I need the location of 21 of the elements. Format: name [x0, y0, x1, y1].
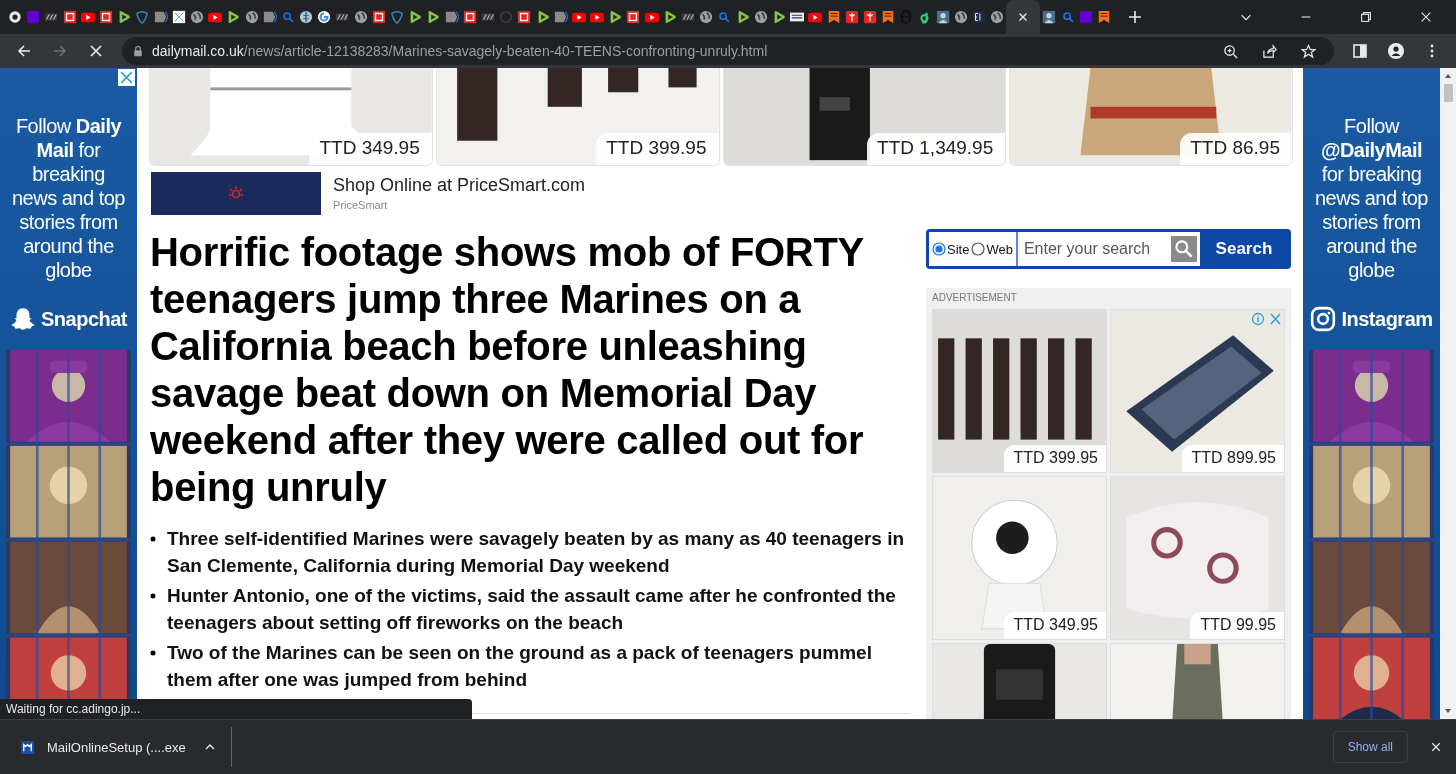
price-tag: TTD 899.95 — [1181, 445, 1284, 472]
advertiser-name: PriceSmart — [333, 199, 389, 211]
bullet-text: Two of the Marines can be seen on the ground as a pack of teenagers pummel them after one was jumped from behind — [167, 641, 873, 692]
headline: Horrific footage shows mob of FORTY teenagers jump three Marines on a California beach before unleashing savage beat down on Memorial Day weekend after they were called out for being unruly — [150, 229, 865, 511]
ad-text: Follow @DailyMail for breaking news and top stories from around the globe — [1314, 114, 1429, 282]
file-name: MailOnlineSetup (....exe — [47, 739, 186, 755]
ad-text: Follow Daily Mail for breaking news and top stories from around the globe — [11, 114, 126, 282]
brand-name: Snapchat — [41, 307, 127, 331]
price-tag: TTD 86.95 — [1180, 133, 1292, 165]
price-tag: TTD 349.95 — [309, 133, 432, 165]
status-tooltip: Waiting for cc.adingo.jp... — [0, 699, 472, 719]
bullet-text: Three self-identified Marines were savagely beaten by as many as 40 teenagers in San Clemente, California during Memorial Day weekend — [167, 527, 906, 578]
price-tag: TTD 399.95 — [1003, 445, 1106, 472]
brand-name: Instagram — [1341, 307, 1433, 331]
advert-label: ADVERTISEMENT — [932, 292, 1018, 303]
price-tag: TTD 99.95 — [1190, 612, 1284, 639]
bullet-text: Hunter Antonio, one of the victims, said the assault came after he confronted the teenagers about setting off fireworks on the beach — [167, 584, 897, 635]
price-tag: TTD 1,349.95 — [867, 133, 1006, 165]
price-tag: TTD 349.95 — [1003, 612, 1106, 639]
price-tag: TTD 399.95 — [596, 133, 719, 165]
url-text: dailymail.co.uk/news/article-12138283/Marines-savagely-beaten-40-TEENS-confronting-unruly.html — [152, 43, 768, 59]
